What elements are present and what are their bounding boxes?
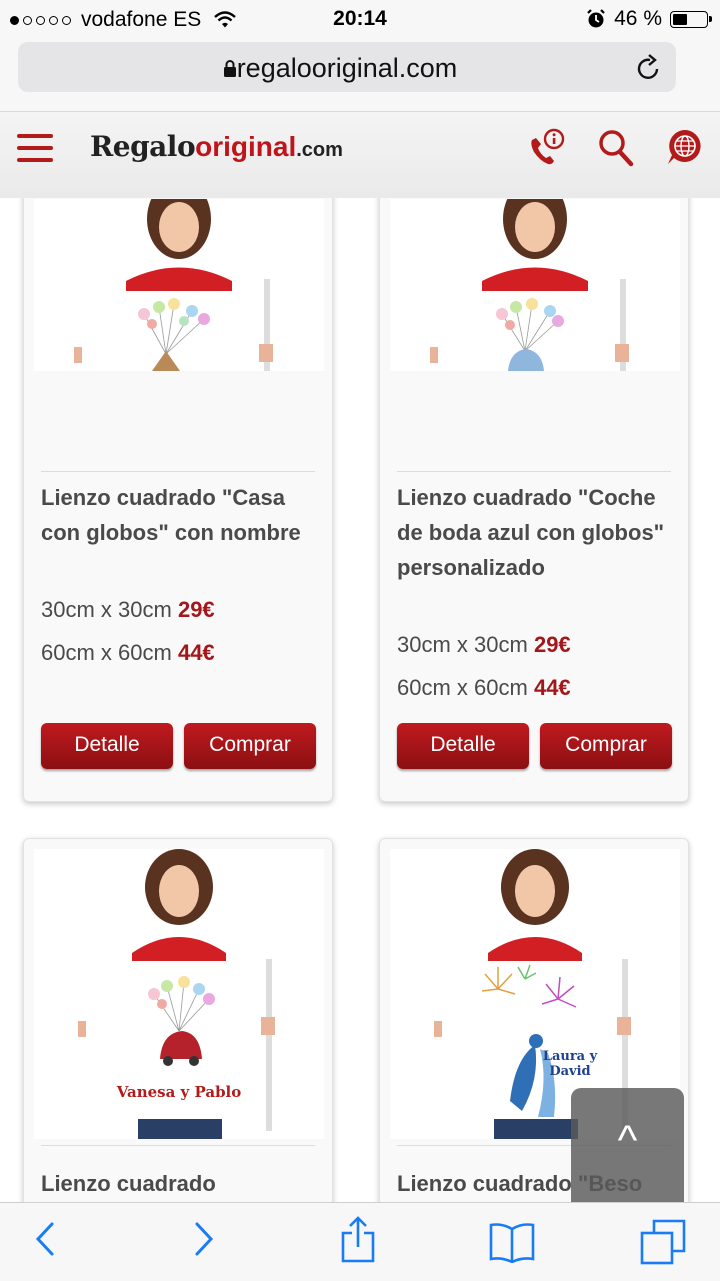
tabs-icon[interactable] [640,1219,686,1265]
canvas-names: Laura y David [542,1049,598,1079]
detail-button[interactable]: Detalle [41,723,173,769]
price-row-small: 30cm x 30cm 29€ [41,597,215,622]
product-title[interactable]: Lienzo cuadrado "Coche de boda azul con … [397,480,676,585]
bookmarks-icon[interactable] [488,1221,536,1263]
status-bar: vodafone ES 20:14 46 % [0,0,720,38]
detail-button[interactable]: Detalle [397,723,529,769]
price-row-large: 60cm x 60cm 44€ [41,640,215,665]
price-row-large: 60cm x 60cm 44€ [397,675,571,700]
product-image[interactable]: Vanesa y Pablo [34,849,324,1139]
browser-bottom-toolbar [0,1202,720,1281]
product-card: Vanesa y Pablo Lienzo cuadrado [23,838,333,1202]
site-header: Regalooriginal.com [0,112,720,198]
product-list: Lienzo cuadrado "Casa con globos" con no… [0,198,720,1202]
browser-toolbar: regalooriginal.com [0,38,720,112]
phone-info-icon[interactable] [526,128,566,168]
product-image[interactable] [34,199,324,371]
scroll-to-top-button[interactable]: ^ [571,1088,684,1202]
alarm-icon [587,9,605,28]
canvas-names: Vanesa y Pablo [116,1083,242,1101]
back-icon[interactable] [34,1221,56,1257]
site-logo[interactable]: Regalooriginal.com [90,130,343,163]
language-globe-icon[interactable] [666,128,704,168]
address-bar[interactable]: regalooriginal.com [18,42,676,92]
search-icon[interactable] [597,128,635,168]
product-card: Lienzo cuadrado "Coche de boda azul con … [379,198,689,802]
buy-button[interactable]: Comprar [540,723,672,769]
url-text[interactable]: regalooriginal.com [18,53,676,84]
menu-icon[interactable] [17,134,53,162]
product-image[interactable] [390,199,680,371]
product-title[interactable]: Lienzo cuadrado "Casa con globos" con no… [41,480,320,550]
product-card: Lienzo cuadrado "Casa con globos" con no… [23,198,333,802]
product-title[interactable]: Lienzo cuadrado [41,1166,320,1201]
price-row-small: 30cm x 30cm 29€ [397,632,571,657]
battery-percent: 46 % [614,7,662,30]
forward-icon[interactable] [193,1221,215,1257]
battery-icon [670,10,712,28]
buy-button[interactable]: Comprar [184,723,316,769]
share-icon[interactable] [340,1215,376,1263]
reload-icon[interactable] [636,54,662,82]
